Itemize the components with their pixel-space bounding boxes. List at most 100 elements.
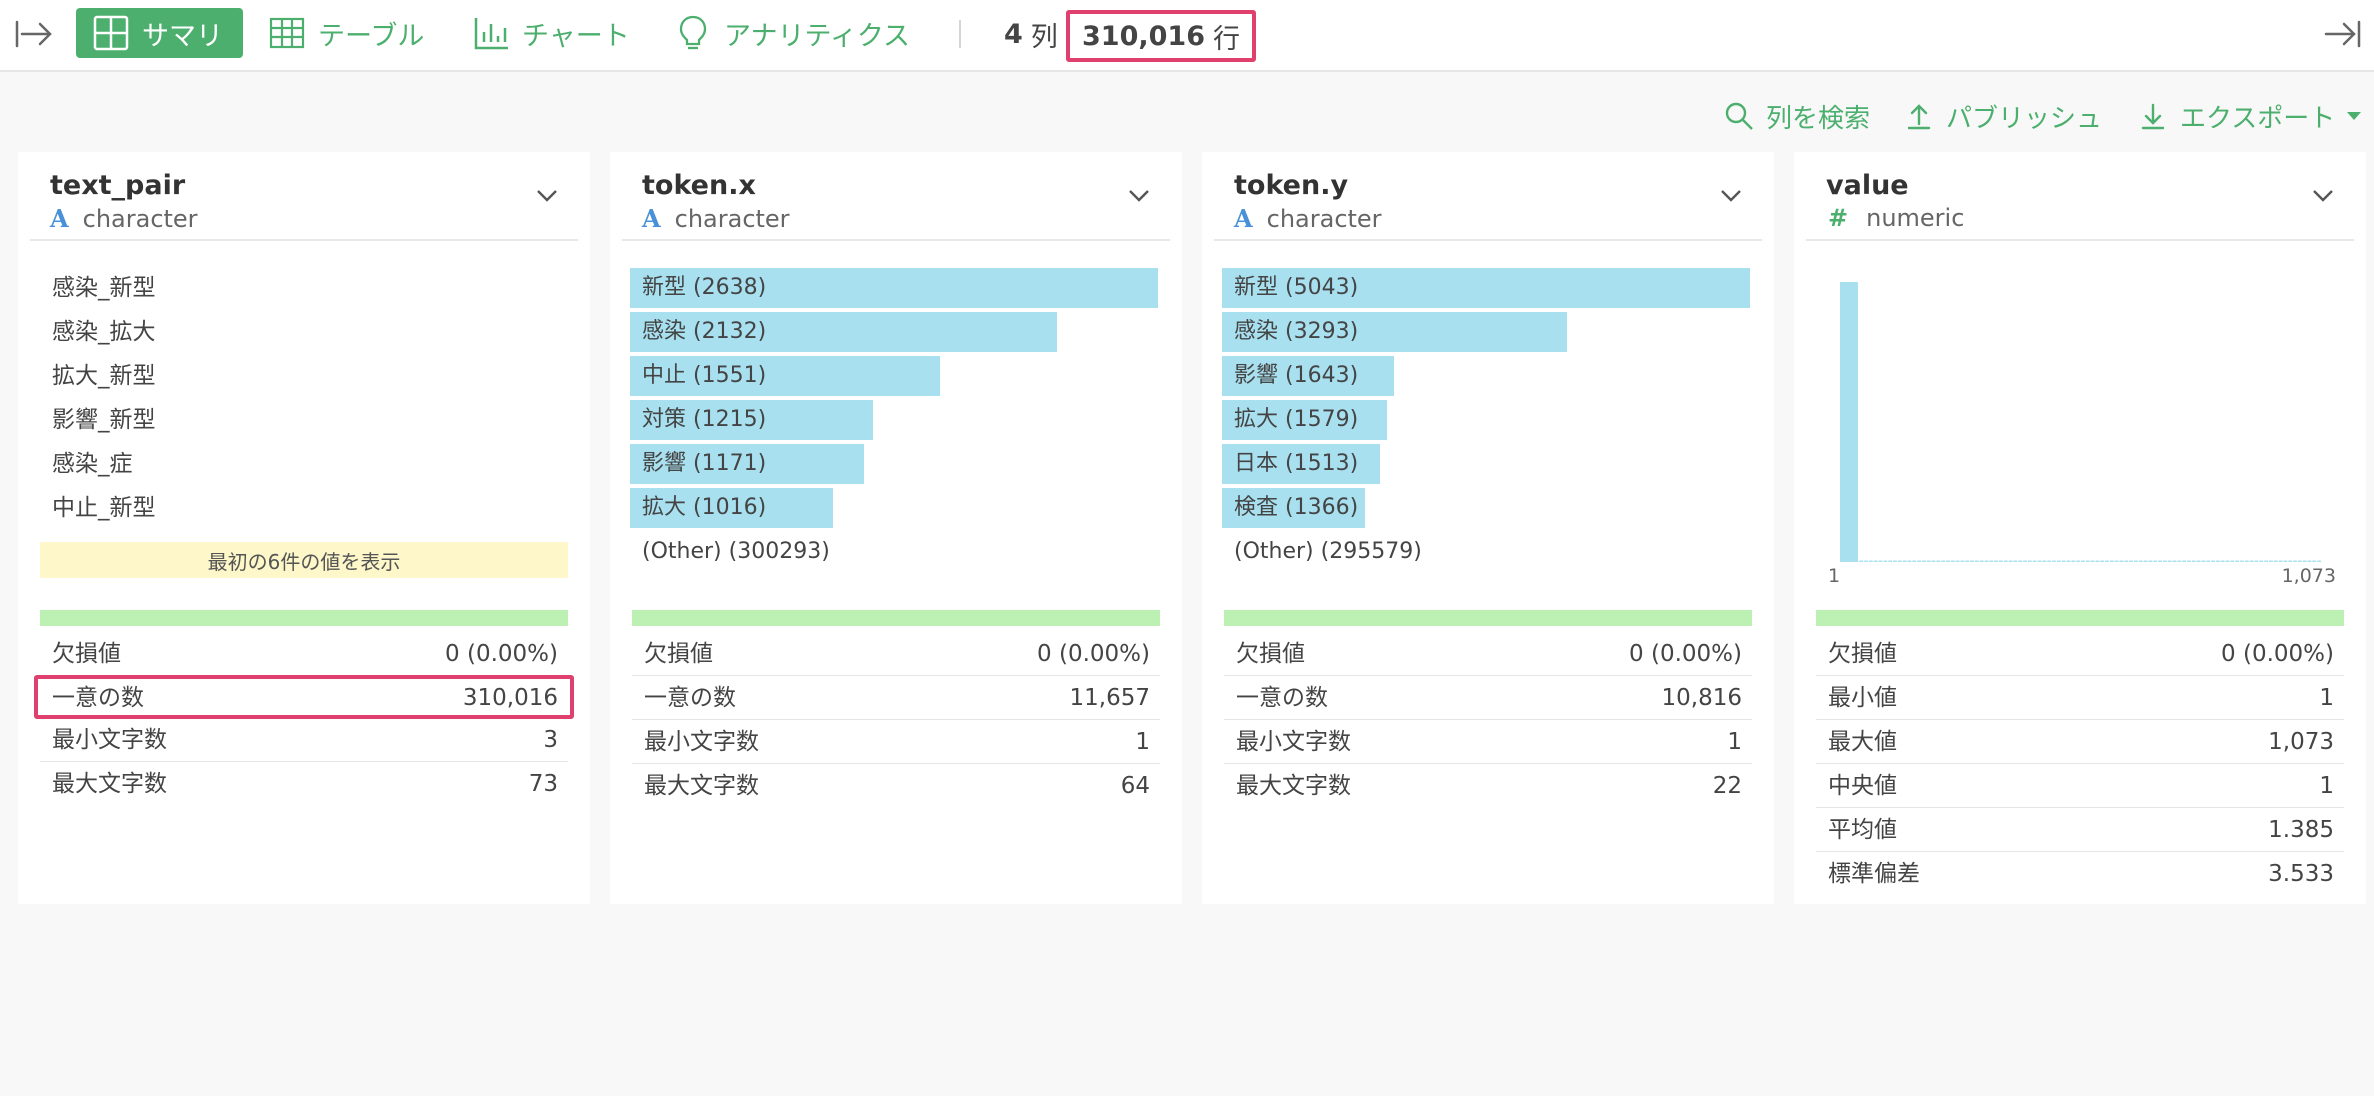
value-histogram[interactable]: 1 1,073	[1816, 262, 2344, 587]
column-menu-chevron-icon[interactable]	[532, 180, 562, 210]
column-menu-chevron-icon[interactable]	[1124, 180, 1154, 210]
histogram-bar	[2129, 560, 2134, 562]
frequency-bar-label: 日本 (1513)	[1234, 451, 1359, 476]
tab-analytics-label: アナリティクス	[724, 20, 911, 52]
frequency-bar-item[interactable]: 拡大 (1016)	[630, 486, 1158, 530]
frequency-bar-item[interactable]: 中止 (1551)	[630, 354, 1158, 398]
histogram-bar	[2081, 560, 2085, 562]
tab-summary[interactable]: サマリ	[76, 8, 243, 58]
list-item: 感染_症	[52, 451, 133, 477]
histogram-bar	[2172, 560, 2177, 562]
stat-value: 10,816	[1661, 685, 1742, 711]
frequency-bar-item[interactable]: 影響 (1643)	[1222, 354, 1750, 398]
frequency-bar-label: 感染 (2132)	[642, 319, 767, 344]
histogram-x-max-label: 1,073	[2282, 565, 2336, 584]
histogram-bar	[2273, 560, 2278, 562]
histogram-bar	[2225, 560, 2230, 562]
collapse-right-icon[interactable]	[2322, 14, 2362, 54]
column-card-token-x: token.x A character 新型 (2638) 感染 (2132) …	[610, 152, 1182, 904]
frequency-bar-item[interactable]: 対策 (1215)	[630, 398, 1158, 442]
stat-row-max-length: 最大文字数 73	[40, 762, 568, 806]
histogram-bar	[1965, 560, 1970, 562]
frequency-bar-label: 検査 (1366)	[1234, 495, 1359, 520]
tab-analytics[interactable]: アナリティクス	[674, 8, 910, 58]
export-label: エクスポート	[2180, 103, 2336, 134]
column-type: # numeric	[1826, 204, 1964, 232]
histogram-bar	[2003, 560, 2008, 562]
stat-row-missing: 欠損値 0 (0.00%)	[1224, 632, 1752, 676]
stat-label: 一意の数	[1236, 685, 1328, 711]
columns-count: 4 列	[1004, 14, 1058, 54]
stat-value: 73	[528, 771, 558, 797]
histogram-bar	[1897, 560, 1902, 562]
download-icon	[2141, 103, 2165, 130]
frequency-bar-item[interactable]: 感染 (2132)	[630, 310, 1158, 354]
stat-value: 1	[2319, 773, 2334, 799]
histogram-bar	[2023, 560, 2027, 562]
completeness-bar	[40, 610, 568, 626]
frequency-bar-item[interactable]: 新型 (2638)	[630, 266, 1158, 310]
histogram-bar	[2191, 560, 2196, 562]
column-menu-chevron-icon[interactable]	[2308, 180, 2338, 210]
histogram-bar	[2206, 560, 2211, 562]
frequency-bar-item[interactable]: 影響 (1171)	[630, 442, 1158, 486]
stats-table: 欠損値 0 (0.00%) 最小値 1 最大値 1,073 中央値 1 平均値 …	[1816, 632, 2344, 896]
column-name: token.y	[1234, 170, 1349, 201]
caret-down-icon	[2347, 112, 2362, 120]
column-type: A character	[50, 204, 198, 233]
histogram-bar	[2293, 560, 2297, 562]
stat-row-median: 中央値 1	[1816, 764, 2344, 808]
histogram-bar	[2240, 560, 2244, 562]
tab-table[interactable]: テーブル	[268, 8, 424, 58]
histogram-bar	[2047, 560, 2052, 562]
collapse-left-icon[interactable]	[14, 14, 54, 54]
character-type-icon: A	[50, 204, 69, 233]
histogram-bar	[2109, 560, 2114, 562]
histogram-bar	[2090, 560, 2095, 562]
histogram-bar	[2018, 560, 2023, 562]
column-name: text_pair	[50, 170, 186, 201]
frequency-bar-item[interactable]: 拡大 (1579)	[1222, 398, 1750, 442]
stat-label: 最小文字数	[52, 727, 167, 753]
stat-row-missing: 欠損値 0 (0.00%)	[1816, 632, 2344, 676]
stat-row-mean: 平均値 1.385	[1816, 808, 2344, 852]
list-item: 中止_新型	[52, 495, 156, 521]
publish-button[interactable]: パブリッシュ	[1904, 96, 2102, 136]
rows-count-unit: 行	[1212, 23, 1240, 55]
histogram-bar	[2037, 560, 2042, 562]
column-menu-chevron-icon[interactable]	[1716, 180, 1746, 210]
frequency-bar-label: 影響 (1643)	[1234, 363, 1359, 388]
export-button[interactable]: エクスポート	[2138, 96, 2363, 136]
stat-value: 1,073	[2268, 729, 2334, 755]
frequency-bar-item[interactable]: 感染 (3293)	[1222, 310, 1750, 354]
histogram-bar	[2244, 560, 2249, 562]
toolbar-divider	[959, 20, 961, 48]
stat-label: 欠損値	[1236, 641, 1305, 667]
first-values-note: 最初の6件の値を表示	[40, 542, 568, 578]
column-type-label: character	[1266, 204, 1382, 233]
frequency-bar-item[interactable]: 検査 (1366)	[1222, 486, 1750, 530]
column-type-label: numeric	[1866, 204, 1965, 232]
list-item: 感染_新型	[52, 275, 156, 301]
column-type-label: character	[82, 204, 198, 233]
stat-row-max-length: 最大文字数 22	[1224, 764, 1752, 808]
histogram-bar	[1840, 282, 1858, 562]
histogram-bar	[2307, 560, 2312, 562]
columns-count-value: 4	[1004, 18, 1023, 50]
header-divider	[1806, 239, 2354, 241]
top-values-list: 感染_新型 感染_拡大 拡大_新型 影響_新型 感染_症 中止_新型	[18, 266, 590, 530]
completeness-bar	[1224, 610, 1752, 626]
tab-chart[interactable]: チャート	[472, 8, 630, 58]
frequency-bar-item[interactable]: 日本 (1513)	[1222, 442, 1750, 486]
stat-row-missing: 欠損値 0 (0.00%)	[40, 632, 568, 676]
other-values-label: (Other) (295579)	[1234, 539, 1422, 564]
histogram-bar	[2105, 560, 2109, 562]
histogram-bar	[2162, 560, 2167, 562]
histogram-bar	[1955, 560, 1960, 562]
completeness-bar	[632, 610, 1160, 626]
frequency-bar-item[interactable]: 新型 (5043)	[1222, 266, 1750, 310]
histogram-bar	[2283, 560, 2288, 562]
histogram-bar	[2143, 560, 2148, 562]
search-columns-button[interactable]: 列を検索	[1724, 96, 1870, 136]
column-card-value: value # numeric 1 1,073 欠損値 0 (0.00%) 最小…	[1794, 152, 2366, 904]
